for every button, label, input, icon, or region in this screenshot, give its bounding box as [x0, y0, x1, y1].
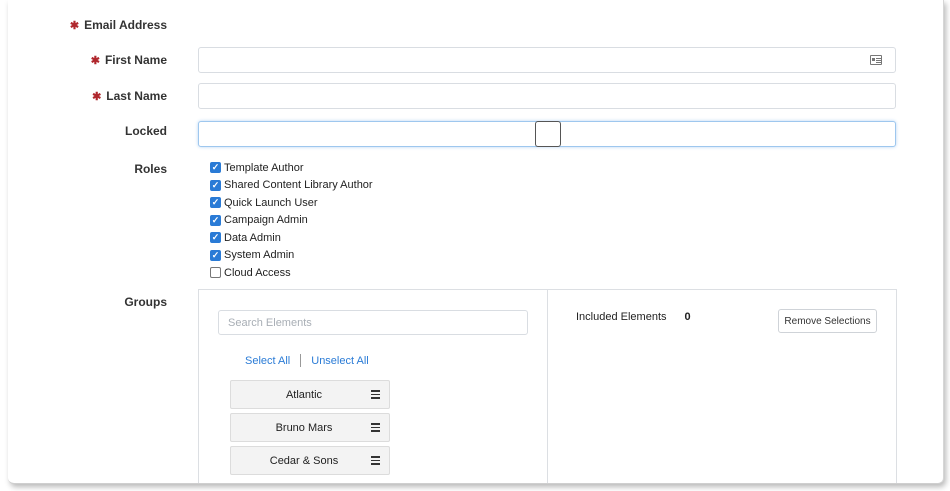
required-icon: ✱	[69, 20, 80, 32]
locked-checkbox[interactable]	[535, 121, 561, 147]
roles-list: ✓ Template Author ✓ Shared Content Libra…	[210, 159, 373, 282]
element-item-cedar-sons[interactable]: Cedar & Sons	[230, 446, 390, 475]
role-data-admin[interactable]: ✓ Data Admin	[210, 229, 373, 247]
role-template-author[interactable]: ✓ Template Author	[210, 159, 373, 177]
included-count: 0	[684, 311, 691, 323]
groups-picker: Search Elements Select All Unselect All …	[198, 289, 897, 483]
role-system-admin[interactable]: ✓ System Admin	[210, 247, 373, 265]
hamburger-icon[interactable]	[371, 456, 380, 465]
checkbox-checked-icon[interactable]: ✓	[210, 179, 221, 191]
selection-links: Select All Unselect All	[245, 354, 369, 367]
element-item-atlantic[interactable]: Atlantic	[230, 380, 390, 409]
hamburger-icon[interactable]	[371, 390, 380, 399]
first-name-label: ✱ First Name	[90, 53, 167, 67]
checkbox-checked-icon[interactable]: ✓	[210, 162, 221, 174]
role-quick-launch-user[interactable]: ✓ Quick Launch User	[210, 194, 373, 212]
checkbox-unchecked-icon[interactable]	[210, 267, 221, 279]
last-name-field[interactable]	[198, 83, 896, 109]
roles-label: Roles	[134, 162, 167, 176]
groups-label: Groups	[124, 295, 167, 309]
locked-label: Locked	[124, 124, 167, 138]
checkbox-checked-icon[interactable]: ✓	[210, 232, 221, 244]
available-elements-pane: Search Elements Select All Unselect All …	[199, 290, 548, 483]
unselect-all-link[interactable]: Unselect All	[311, 355, 368, 367]
select-all-link[interactable]: Select All	[245, 355, 290, 367]
role-cloud-access[interactable]: Cloud Access	[210, 264, 373, 282]
contact-card-icon[interactable]	[870, 55, 882, 65]
divider	[300, 354, 302, 367]
user-form: ✱ Email Address ✱ First Name ✱ Last Name Lo…	[8, 0, 944, 484]
last-name-label: ✱ Last Name	[92, 89, 167, 103]
required-icon: ✱	[92, 91, 102, 103]
checkbox-checked-icon[interactable]: ✓	[210, 249, 221, 261]
included-elements: Included Elements 0	[576, 311, 691, 323]
email-label: ✱ Email Address	[69, 18, 167, 32]
checkbox-checked-icon[interactable]: ✓	[210, 197, 221, 209]
hamburger-icon[interactable]	[371, 423, 380, 432]
required-icon: ✱	[90, 55, 100, 67]
search-elements-input[interactable]: Search Elements	[218, 310, 528, 335]
element-item-bruno-mars[interactable]: Bruno Mars	[230, 413, 390, 442]
first-name-field[interactable]	[198, 47, 896, 73]
role-campaign-admin[interactable]: ✓ Campaign Admin	[210, 212, 373, 230]
checkbox-checked-icon[interactable]: ✓	[210, 214, 221, 226]
remove-selections-button[interactable]: Remove Selections	[778, 309, 877, 333]
role-shared-content-library-author[interactable]: ✓ Shared Content Library Author	[210, 177, 373, 195]
